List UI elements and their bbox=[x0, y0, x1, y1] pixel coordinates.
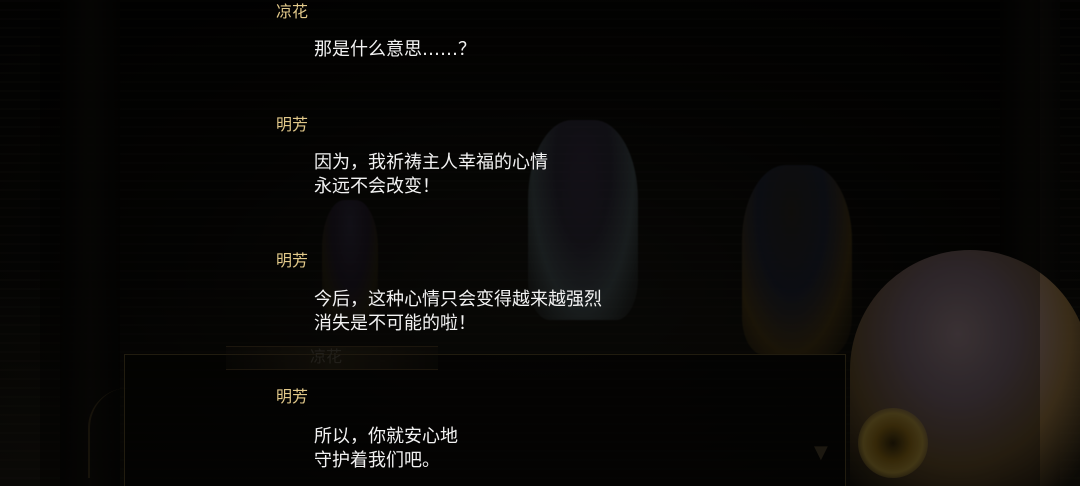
speaker-name: 明芳 bbox=[276, 387, 309, 406]
speaker-name: 明芳 bbox=[276, 251, 309, 270]
dialogue-line: 永远不会改变！ bbox=[314, 176, 440, 197]
speaker-name: 明芳 bbox=[276, 115, 309, 134]
dialogue-line: 守护着我们吧。 bbox=[314, 450, 440, 471]
game-screen[interactable]: 凉花 ▼ 凉花 那是什么意思……？ 明芳 因为，我祈祷主人幸福的心情 永远不会改… bbox=[0, 0, 1080, 486]
dialogue-line: 今后，这种心情只会变得越来越强烈 bbox=[314, 289, 602, 310]
dialogue-line: 因为，我祈祷主人幸福的心情 bbox=[314, 152, 548, 173]
dialogue-line: 那是什么意思……？ bbox=[314, 39, 476, 60]
dialogue-line: 所以，你就安心地 bbox=[314, 426, 458, 447]
dialogue-line: 消失是不可能的啦！ bbox=[314, 313, 476, 334]
speaker-name: 凉花 bbox=[276, 2, 309, 21]
backlog-panel[interactable] bbox=[40, 0, 1040, 486]
